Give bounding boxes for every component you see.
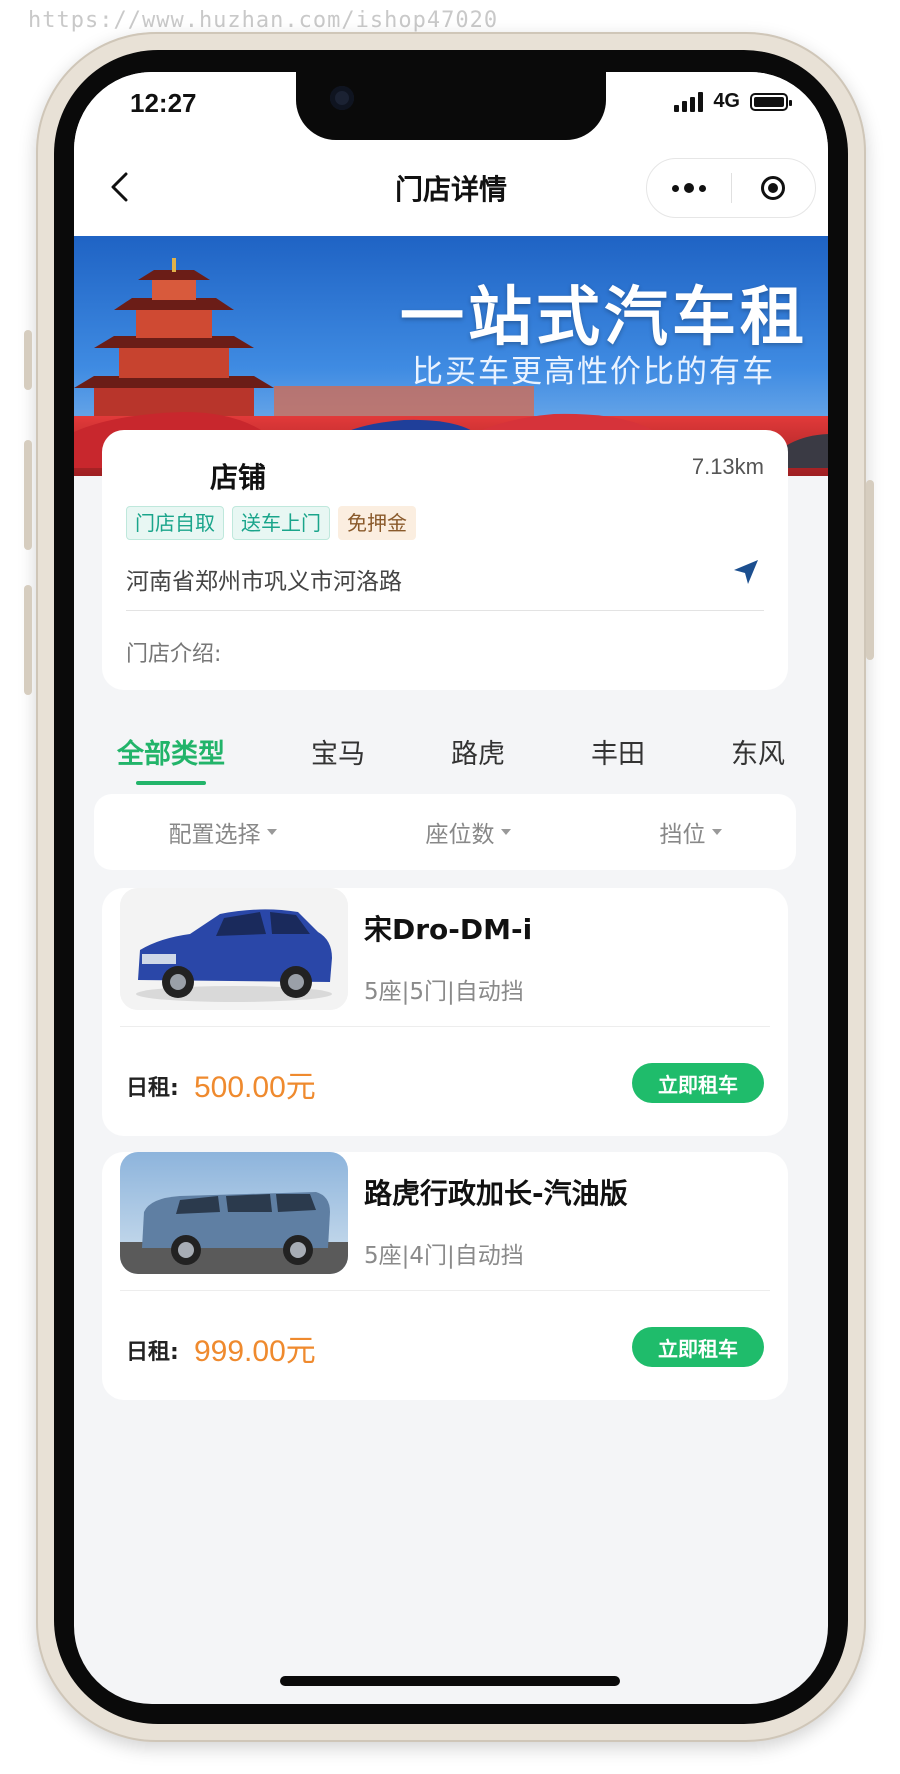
car-name: 宋Dro-DM-i (364, 913, 533, 946)
daily-rent-label: 日租: (126, 1076, 179, 1101)
tab-dongfeng[interactable]: 东风 (731, 732, 785, 785)
navigation-arrow-icon[interactable] (732, 558, 760, 586)
daily-rent-price: 500.00元 (194, 1071, 316, 1104)
filter-configuration-label: 配置选择 (168, 822, 261, 848)
phone-screen: 12:27 4G 门店详情 一站式汽车租 比买车更高性价比的有车 店铺 7.13… (74, 72, 828, 1704)
rent-now-button[interactable]: 立即租车 (632, 1063, 764, 1103)
filter-bar: 配置选择 座位数 挡位 (94, 794, 796, 870)
watermark-text: https://www.huzhan.com/ishop47020 (28, 8, 499, 33)
status-indicators: 4G (674, 90, 792, 113)
caret-down-icon (266, 829, 277, 835)
battery-icon (750, 92, 792, 111)
phone-volume-down (24, 585, 32, 695)
rent-now-button[interactable]: 立即租车 (632, 1327, 764, 1367)
close-mini-program-icon[interactable] (732, 176, 816, 200)
car-card[interactable]: 宋Dro-DM-i 5座|5门|自动挡 日租: 500.00元 立即租车 (102, 888, 788, 1136)
store-intro-label: 门店介绍: (126, 642, 222, 667)
store-info-card: 店铺 7.13km 门店自取 送车上门 免押金 河南省郑州市巩义市河洛路 门店介… (102, 430, 788, 690)
signal-icon (674, 91, 704, 112)
store-tags: 门店自取 送车上门 免押金 (126, 506, 416, 540)
status-time: 12:27 (130, 88, 197, 118)
store-divider (126, 610, 764, 611)
car-specs: 5座|5门|自动挡 (364, 979, 524, 1005)
caret-down-icon (500, 829, 511, 835)
tag-no-deposit: 免押金 (338, 506, 416, 540)
caret-down-icon (711, 829, 722, 835)
phone-mute-switch (24, 330, 32, 390)
store-distance: 7.13km (691, 454, 764, 479)
notch (296, 72, 606, 140)
car-image (120, 1152, 348, 1274)
car-land-rover-illustration (120, 1152, 348, 1274)
phone-volume-up (24, 440, 32, 550)
filter-seats-label: 座位数 (425, 822, 495, 848)
store-name: 店铺 (210, 461, 267, 494)
front-camera (330, 86, 354, 110)
filter-gear[interactable]: 挡位 (660, 815, 722, 849)
tab-land-rover[interactable]: 路虎 (451, 732, 505, 785)
tab-bmw[interactable]: 宝马 (311, 732, 365, 785)
car-image (120, 888, 348, 1010)
mini-program-capsule (646, 158, 816, 218)
tag-pickup: 门店自取 (126, 506, 224, 540)
home-indicator[interactable] (280, 1676, 620, 1686)
car-name: 路虎行政加长-汽油版 (364, 1177, 628, 1210)
store-address: 河南省郑州市巩义市河洛路 (126, 569, 402, 595)
banner-title: 一站式汽车租 (400, 281, 808, 355)
car-divider (120, 1290, 770, 1291)
car-divider (120, 1026, 770, 1027)
store-logo (126, 452, 186, 494)
phone-power-button (866, 480, 874, 660)
daily-rent-price: 999.00元 (194, 1335, 316, 1368)
banner-subtitle: 比买车更高性价比的有车 (412, 354, 775, 390)
more-options-icon[interactable] (647, 183, 731, 193)
filter-seats[interactable]: 座位数 (426, 815, 511, 849)
network-type: 4G (713, 90, 740, 112)
car-suv-illustration (120, 888, 348, 1010)
tag-delivery: 送车上门 (232, 506, 330, 540)
brand-tabs: 全部类型 宝马 路虎 丰田 东风 (74, 732, 828, 792)
daily-rent-label: 日租: (126, 1340, 179, 1365)
navigation-bar: 门店详情 (74, 142, 828, 236)
car-specs: 5座|4门|自动挡 (364, 1243, 524, 1269)
car-card[interactable]: 路虎行政加长-汽油版 5座|4门|自动挡 日租: 999.00元 立即租车 (102, 1152, 788, 1400)
tab-all-types[interactable]: 全部类型 (117, 732, 225, 785)
filter-configuration[interactable]: 配置选择 (169, 815, 277, 849)
tab-toyota[interactable]: 丰田 (591, 732, 645, 785)
filter-gear-label: 挡位 (659, 822, 706, 848)
